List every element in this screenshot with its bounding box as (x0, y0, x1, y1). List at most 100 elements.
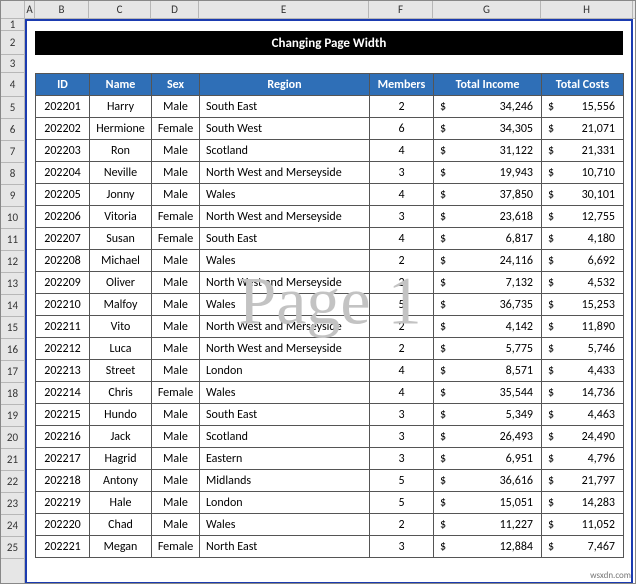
header-total-income[interactable]: Total Income (434, 74, 542, 96)
cell-id[interactable]: 202213 (36, 360, 90, 382)
row-header-25[interactable]: 25 (1, 537, 24, 559)
cell-sex[interactable]: Male (152, 448, 200, 470)
column-headers[interactable]: ABCDEFGH (25, 1, 635, 19)
header-sex[interactable]: Sex (152, 74, 200, 96)
column-header-C[interactable]: C (89, 1, 151, 18)
cell-members[interactable]: 3 (370, 536, 434, 558)
row-header-9[interactable]: 9 (1, 185, 24, 207)
table-row[interactable]: 202204NevilleMaleNorth West and Merseysi… (36, 162, 624, 184)
cell-region[interactable]: North West and Merseyside (200, 272, 370, 294)
cell-members[interactable]: 5 (370, 470, 434, 492)
row-header-7[interactable]: 7 (1, 141, 24, 163)
cell-members[interactable]: 2 (370, 272, 434, 294)
cell-total-income[interactable]: $5,775 (434, 338, 542, 360)
cell-total-costs[interactable]: $11,052 (542, 514, 624, 536)
cell-region[interactable]: Scotland (200, 140, 370, 162)
cell-sex[interactable]: Male (152, 184, 200, 206)
cell-id[interactable]: 202221 (36, 536, 90, 558)
cell-name[interactable]: Hermione (90, 118, 152, 140)
cell-id[interactable]: 202216 (36, 426, 90, 448)
row-header-13[interactable]: 13 (1, 273, 24, 295)
row-header-14[interactable]: 14 (1, 295, 24, 317)
cell-total-costs[interactable]: $4,532 (542, 272, 624, 294)
cell-region[interactable]: Eastern (200, 448, 370, 470)
cell-total-costs[interactable]: $6,692 (542, 250, 624, 272)
column-header-G[interactable]: G (433, 1, 541, 18)
cell-total-income[interactable]: $5,349 (434, 404, 542, 426)
header-total-costs[interactable]: Total Costs (542, 74, 624, 96)
cell-total-costs[interactable]: $5,746 (542, 338, 624, 360)
cell-members[interactable]: 3 (370, 426, 434, 448)
cell-region[interactable]: North East (200, 536, 370, 558)
row-header-18[interactable]: 18 (1, 383, 24, 405)
row-header-16[interactable]: 16 (1, 339, 24, 361)
cell-sex[interactable]: Male (152, 140, 200, 162)
cell-region[interactable]: Wales (200, 382, 370, 404)
cell-name[interactable]: Malfoy (90, 294, 152, 316)
cell-total-income[interactable]: $4,142 (434, 316, 542, 338)
table-row[interactable]: 202215HundoMaleSouth East3$5,349$4,463 (36, 404, 624, 426)
cell-id[interactable]: 202217 (36, 448, 90, 470)
cell-region[interactable]: Wales (200, 250, 370, 272)
cell-name[interactable]: Neville (90, 162, 152, 184)
table-row[interactable]: 202208MichaelMaleWales2$24,116$6,692 (36, 250, 624, 272)
row-header-21[interactable]: 21 (1, 449, 24, 471)
row-headers[interactable]: 1234567891011121314151617181920212223242… (1, 19, 25, 583)
cell-members[interactable]: 3 (370, 162, 434, 184)
cell-sex[interactable]: Female (152, 536, 200, 558)
cell-name[interactable]: Jonny (90, 184, 152, 206)
cell-region[interactable]: Wales (200, 294, 370, 316)
cell-id[interactable]: 202215 (36, 404, 90, 426)
row-header-10[interactable]: 10 (1, 207, 24, 229)
cell-sex[interactable]: Male (152, 250, 200, 272)
cell-members[interactable]: 2 (370, 316, 434, 338)
column-header-D[interactable]: D (151, 1, 199, 18)
cell-sex[interactable]: Male (152, 316, 200, 338)
grid-area[interactable]: Changing Page Width Page 1 ID Name (25, 19, 635, 583)
cell-id[interactable]: 202219 (36, 492, 90, 514)
cell-members[interactable]: 5 (370, 294, 434, 316)
table-row[interactable]: 202209OliverMaleNorth West and Merseysid… (36, 272, 624, 294)
header-members[interactable]: Members (370, 74, 434, 96)
cell-name[interactable]: Luca (90, 338, 152, 360)
cell-region[interactable]: Wales (200, 514, 370, 536)
cell-region[interactable]: Midlands (200, 470, 370, 492)
cell-name[interactable]: Megan (90, 536, 152, 558)
cell-region[interactable]: North West and Merseyside (200, 338, 370, 360)
cell-sex[interactable]: Male (152, 426, 200, 448)
cell-name[interactable]: Antony (90, 470, 152, 492)
cell-id[interactable]: 202212 (36, 338, 90, 360)
cell-name[interactable]: Harry (90, 96, 152, 118)
cell-region[interactable]: South West (200, 118, 370, 140)
cell-name[interactable]: Street (90, 360, 152, 382)
cell-sex[interactable]: Male (152, 162, 200, 184)
header-id[interactable]: ID (36, 74, 90, 96)
cell-name[interactable]: Hundo (90, 404, 152, 426)
cell-members[interactable]: 3 (370, 206, 434, 228)
cell-members[interactable]: 3 (370, 404, 434, 426)
cell-total-costs[interactable]: $4,433 (542, 360, 624, 382)
row-header-22[interactable]: 22 (1, 471, 24, 493)
cell-total-income[interactable]: $35,544 (434, 382, 542, 404)
cell-total-costs[interactable]: $10,710 (542, 162, 624, 184)
cell-total-income[interactable]: $7,132 (434, 272, 542, 294)
cell-sex[interactable]: Male (152, 470, 200, 492)
cell-members[interactable]: 2 (370, 338, 434, 360)
cell-members[interactable]: 6 (370, 118, 434, 140)
row-header-6[interactable]: 6 (1, 119, 24, 141)
row-header-15[interactable]: 15 (1, 317, 24, 339)
cell-total-income[interactable]: $31,122 (434, 140, 542, 162)
table-row[interactable]: 202205JonnyMaleWales4$37,850$30,101 (36, 184, 624, 206)
table-row[interactable]: 202203RonMaleScotland4$31,122$21,331 (36, 140, 624, 162)
cell-total-costs[interactable]: $4,463 (542, 404, 624, 426)
cell-id[interactable]: 202203 (36, 140, 90, 162)
row-header-4[interactable]: 4 (1, 73, 24, 97)
cell-id[interactable]: 202207 (36, 228, 90, 250)
select-all-corner[interactable] (1, 1, 25, 19)
cell-id[interactable]: 202210 (36, 294, 90, 316)
cell-total-costs[interactable]: $15,253 (542, 294, 624, 316)
cell-members[interactable]: 3 (370, 448, 434, 470)
cell-name[interactable]: Jack (90, 426, 152, 448)
cell-name[interactable]: Michael (90, 250, 152, 272)
table-row[interactable]: 202214ChrisFemaleWales4$35,544$14,736 (36, 382, 624, 404)
